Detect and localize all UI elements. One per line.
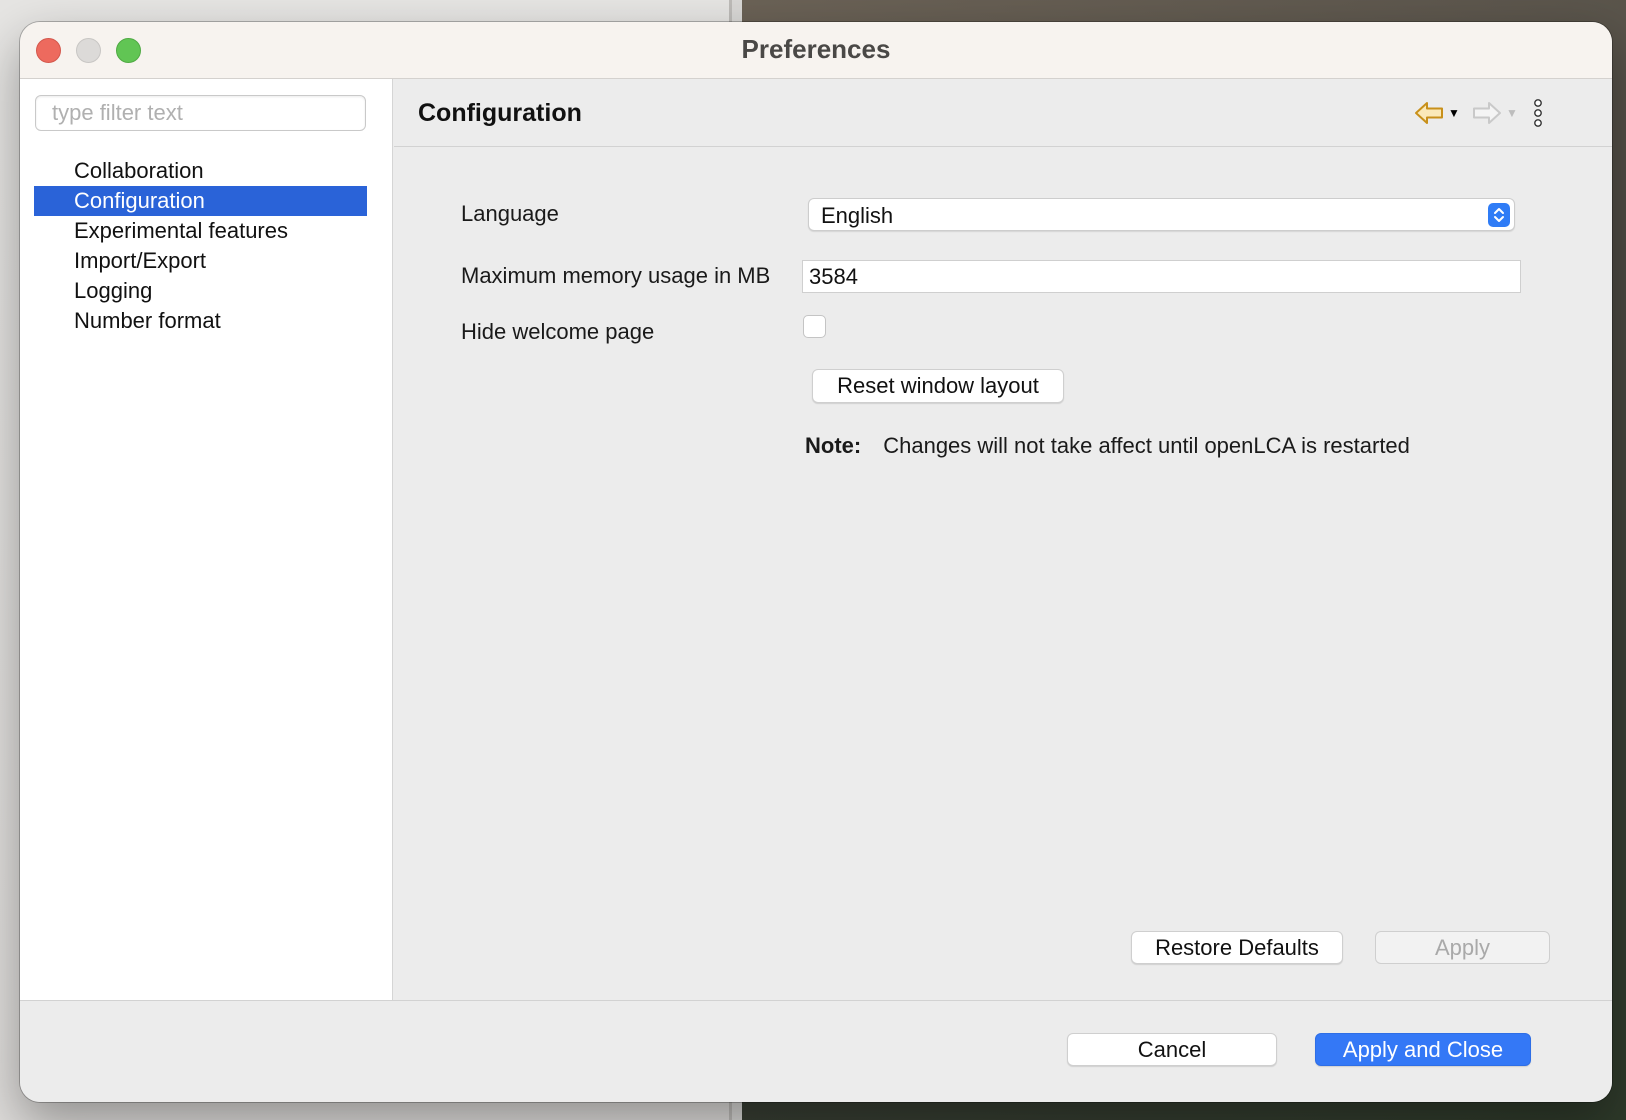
forward-dropdown-icon[interactable]: ▼	[1506, 106, 1518, 120]
sidebar-item-collaboration[interactable]: Collaboration	[34, 156, 367, 186]
preferences-window: Preferences Collaboration Configuration …	[20, 22, 1612, 1102]
page-header: Configuration ▼ ▼	[394, 79, 1612, 147]
dialog-footer: Cancel Apply and Close	[20, 1000, 1612, 1102]
preferences-sidebar: Collaboration Configuration Experimental…	[20, 79, 393, 1000]
memory-input[interactable]	[802, 260, 1521, 293]
sidebar-item-number-format[interactable]: Number format	[34, 306, 367, 336]
back-button[interactable]: ▼	[1414, 99, 1460, 127]
apply-and-close-button[interactable]: Apply and Close	[1315, 1033, 1531, 1066]
note-text: Changes will not take affect until openL…	[883, 433, 1410, 458]
restart-note: Note: Changes will not take affect until …	[805, 433, 1410, 459]
sidebar-item-logging[interactable]: Logging	[34, 276, 367, 306]
filter-input[interactable]	[35, 95, 366, 131]
language-select-value: English	[821, 203, 894, 228]
window-title: Preferences	[741, 34, 891, 64]
sidebar-item-import-export[interactable]: Import/Export	[34, 246, 367, 276]
hide-welcome-checkbox[interactable]	[803, 315, 826, 338]
forward-arrow-icon	[1473, 102, 1501, 124]
select-stepper-icon[interactable]	[1488, 203, 1510, 227]
reset-window-layout-button[interactable]: Reset window layout	[812, 369, 1064, 403]
language-select[interactable]: English	[808, 198, 1515, 231]
note-label: Note:	[805, 433, 862, 458]
title-bar: Preferences	[20, 22, 1612, 79]
sidebar-item-configuration[interactable]: Configuration	[34, 186, 367, 216]
language-label: Language	[461, 201, 559, 226]
sidebar-item-experimental-features[interactable]: Experimental features	[34, 216, 367, 246]
restore-defaults-button[interactable]: Restore Defaults	[1131, 931, 1343, 964]
back-arrow-icon	[1415, 102, 1443, 124]
cancel-button[interactable]: Cancel	[1067, 1033, 1277, 1066]
forward-button[interactable]: ▼	[1472, 99, 1518, 127]
vertical-dots-menu-icon[interactable]	[1532, 98, 1544, 128]
back-dropdown-icon[interactable]: ▼	[1448, 106, 1460, 120]
apply-button[interactable]: Apply	[1375, 931, 1550, 964]
preference-page: Configuration ▼ ▼ Language English Maxim…	[394, 79, 1612, 1000]
page-title: Configuration	[418, 99, 582, 127]
memory-label: Maximum memory usage in MB	[461, 263, 771, 288]
preferences-tree: Collaboration Configuration Experimental…	[34, 156, 367, 336]
hide-welcome-label: Hide welcome page	[461, 319, 655, 344]
